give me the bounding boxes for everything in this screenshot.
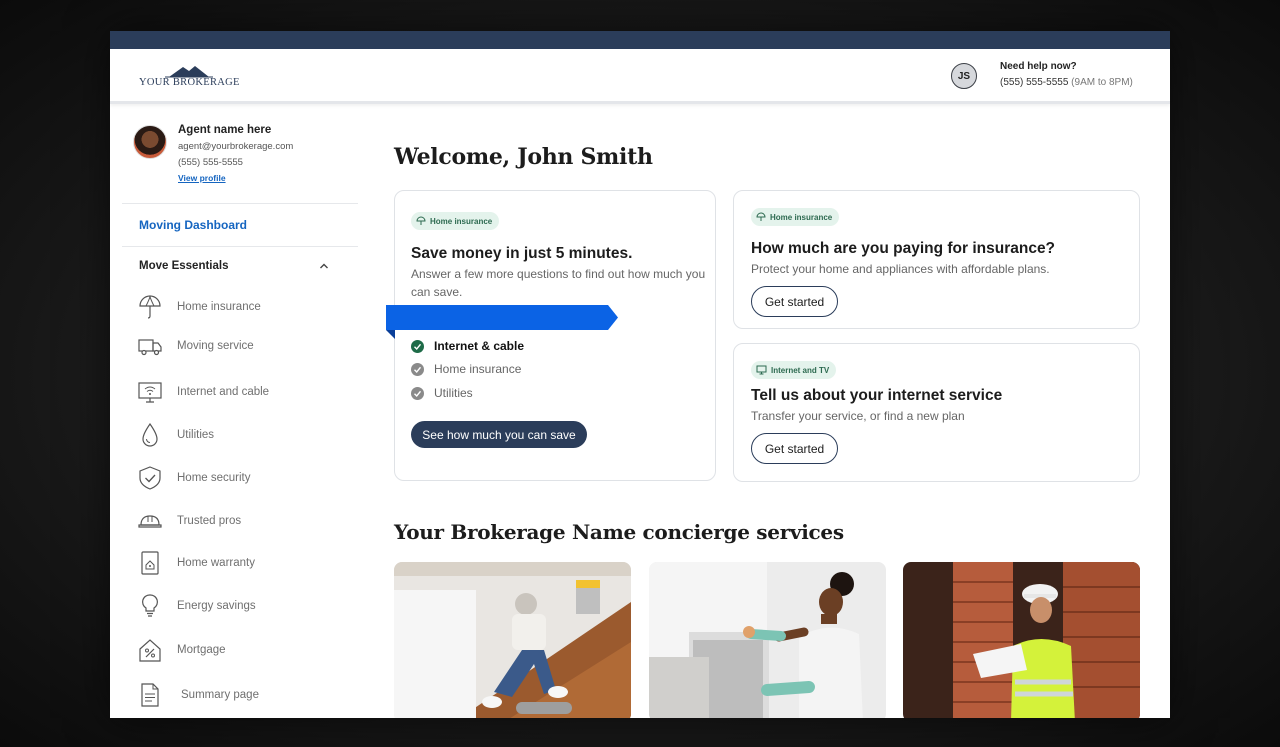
internet-card-text: Transfer your service, or find a new pla…: [751, 409, 965, 423]
sidebar-item-internet-and-cable[interactable]: Internet and cable: [136, 377, 356, 407]
document-icon: [136, 681, 164, 709]
shield-check-icon: [136, 464, 164, 492]
warranty-doc-icon: [136, 549, 164, 577]
checklist-label: Home insurance: [434, 362, 522, 376]
agent-phone: (555) 555-5555: [178, 157, 243, 168]
sidebar-item-mortgage[interactable]: Mortgage: [136, 635, 356, 665]
move-essentials-heading[interactable]: Move Essentials: [139, 260, 228, 272]
sidebar-divider: [122, 203, 358, 204]
truck-icon: [136, 332, 164, 360]
checklist-item: Home insurance: [411, 362, 521, 376]
internet-get-started-button[interactable]: Get started: [751, 433, 838, 464]
sidebar-item-home-insurance[interactable]: Home insurance: [136, 292, 356, 322]
check-done-icon: [411, 339, 424, 353]
agent-name: Agent name here: [178, 124, 272, 136]
view-profile-link[interactable]: View profile: [178, 173, 293, 183]
checklist-label: Utilities: [434, 386, 473, 400]
insurance-card-text: Protect your home and appliances with af…: [751, 262, 1050, 276]
sidebar-item-label: Moving service: [177, 340, 254, 352]
page-title: Welcome, John Smith: [394, 144, 653, 170]
sidebar-item-summary-page[interactable]: Summary page: [136, 680, 356, 710]
sidebar-item-label: Energy savings: [177, 600, 256, 612]
badge-label: Home insurance: [430, 216, 493, 226]
logo-text: YOUR BROKERAGE: [139, 77, 240, 88]
umbrella-icon: [756, 212, 766, 221]
sidebar-item-label: Trusted pros: [177, 515, 242, 527]
internet-card: Internet and TV Tell us about your inter…: [733, 343, 1140, 482]
sidebar-item-label: Internet and cable: [177, 386, 270, 398]
see-savings-button[interactable]: See how much you can save: [411, 421, 587, 448]
sidebar-item-label: Home warranty: [177, 557, 255, 569]
sidebar-item-energy-savings[interactable]: Energy savings: [136, 591, 356, 621]
sidebar-item-label: Home insurance: [177, 301, 261, 313]
house-roof-icon: [165, 66, 213, 78]
brokerage-logo[interactable]: YOUR BROKERAGE: [139, 64, 240, 90]
concierge-heading: Your Brokerage Name concierge services: [394, 520, 844, 544]
lightbulb-icon: [136, 592, 164, 620]
save-card-text: Answer a few more questions to find out …: [411, 267, 706, 299]
help-title: Need help now?: [1000, 61, 1077, 72]
sidebar-item-label: Mortgage: [177, 644, 226, 656]
concierge-photo-contractor[interactable]: [903, 562, 1140, 718]
insurance-get-started-button[interactable]: Get started: [751, 286, 838, 317]
internet-tv-badge: Internet and TV: [751, 361, 837, 379]
app-window: YOUR BROKERAGE JS Need help now? (555) 5…: [110, 31, 1170, 718]
sidebar: Agent name here agent@yourbrokerage.com …: [110, 104, 360, 718]
insurance-card: Home insurance How much are you paying f…: [733, 190, 1140, 329]
agent-email: agent@yourbrokerage.com: [178, 141, 294, 152]
sidebar-item-moving-service[interactable]: Moving service: [136, 331, 356, 361]
home-insurance-badge: Home insurance: [411, 212, 500, 230]
progress-ribbon: [386, 305, 618, 330]
help-contact: Need help now? (555) 555-5555 (9AM to 8P…: [1000, 61, 1133, 88]
sidebar-item-home-security[interactable]: Home security: [136, 463, 356, 493]
help-hours: (9AM to 8PM): [1071, 77, 1133, 88]
sidebar-item-label: Home security: [177, 472, 251, 484]
agent-card: Agent name here agent@yourbrokerage.com …: [178, 124, 293, 183]
checklist-item: Internet & cable: [411, 339, 524, 353]
percent-house-icon: [136, 636, 164, 664]
checklist-label: Internet & cable: [434, 339, 525, 353]
tv-icon: [756, 365, 767, 375]
help-phone[interactable]: (555) 555-5555: [1000, 77, 1068, 88]
ribbon-fold: [386, 330, 395, 339]
agent-avatar: [133, 125, 167, 159]
checklist-item: Utilities: [411, 386, 473, 400]
wifi-monitor-icon: [136, 378, 164, 406]
save-card-title: Save money in just 5 minutes.: [411, 245, 633, 262]
sidebar-item-label: Utilities: [177, 429, 215, 441]
moving-dashboard-link[interactable]: Moving Dashboard: [139, 218, 247, 232]
hard-hat-icon: [136, 507, 164, 535]
site-header: YOUR BROKERAGE JS Need help now? (555) 5…: [110, 49, 1170, 104]
sidebar-divider: [122, 246, 358, 247]
top-accent-bar: [110, 31, 1170, 49]
main-content: Welcome, John Smith Home insurance Save …: [386, 104, 1154, 718]
home-insurance-badge: Home insurance: [751, 208, 840, 226]
user-avatar[interactable]: JS: [951, 63, 977, 89]
umbrella-icon: [136, 293, 164, 321]
water-drop-icon: [136, 421, 164, 449]
help-phone-line: (555) 555-5555 (9AM to 8PM): [1000, 77, 1133, 88]
check-pending-icon: [411, 386, 424, 400]
concierge-photo-cleaner[interactable]: [649, 562, 886, 718]
internet-card-title: Tell us about your internet service: [751, 387, 1003, 404]
sidebar-item-trusted-pros[interactable]: Trusted pros: [136, 506, 356, 536]
concierge-photo-handyman[interactable]: [394, 562, 631, 718]
chevron-up-icon[interactable]: [318, 260, 330, 272]
badge-label: Home insurance: [770, 212, 833, 222]
sidebar-item-utilities[interactable]: Utilities: [136, 420, 356, 450]
sidebar-item-home-warranty[interactable]: Home warranty: [136, 548, 356, 578]
save-money-card: Home insurance Save money in just 5 minu…: [386, 190, 716, 481]
sidebar-item-label: Summary page: [181, 689, 259, 701]
insurance-card-title: How much are you paying for insurance?: [751, 240, 1056, 257]
umbrella-icon: [416, 216, 426, 225]
badge-label: Internet and TV: [771, 365, 830, 375]
check-pending-icon: [411, 362, 424, 376]
